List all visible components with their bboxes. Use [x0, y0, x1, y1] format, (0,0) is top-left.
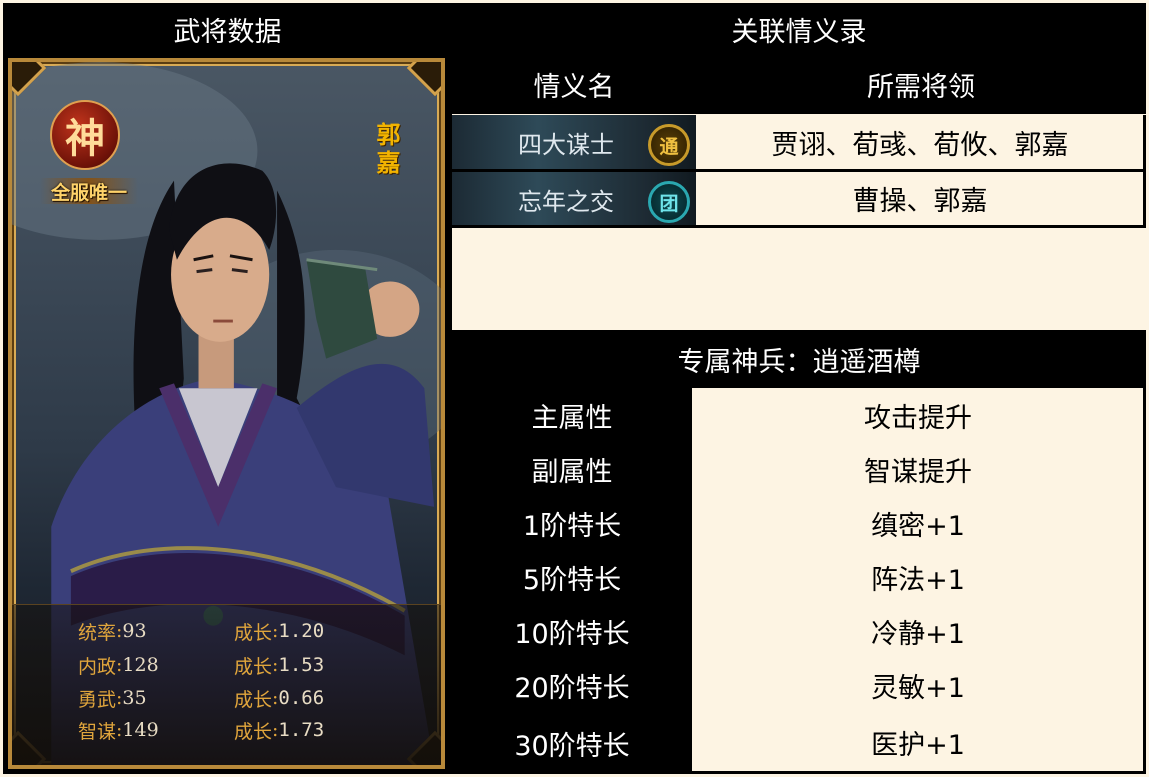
relation-name-cell[interactable]: 忘年之交 团	[452, 172, 696, 227]
hero-eye	[231, 268, 248, 274]
weapon-attr-value: 冷静+1	[692, 605, 1144, 657]
stat-value: 128	[122, 654, 159, 676]
weapon-attr-value: 医护+1	[692, 713, 1144, 771]
row-divider	[452, 225, 1146, 228]
divine-rank-badge: 神	[50, 100, 120, 170]
weapon-attr-label: 10阶特长	[452, 604, 692, 658]
relation-name: 忘年之交	[518, 188, 614, 216]
server-unique-label: 全服唯一	[40, 178, 138, 204]
seal-text: 团	[659, 192, 679, 215]
growth-row-command: 成长:1.20	[234, 616, 324, 646]
stat-row-valor: 勇武:35	[78, 683, 147, 713]
growth-label: 成长	[234, 655, 273, 678]
relation-name-column-label: 情义名	[533, 72, 615, 103]
teal-seal-icon: 团	[648, 181, 690, 223]
growth-label: 成长	[234, 621, 273, 644]
growth-value: 1.20	[278, 620, 325, 642]
relation-name: 四大谋士	[518, 131, 614, 159]
relations-header: 关联情义录	[452, 3, 1146, 55]
hero-stats-panel: 统率:93 成长:1.20 内政:128 成长:1.53 勇武:35 成长:0.…	[12, 604, 441, 765]
growth-value: 0.66	[278, 687, 325, 709]
relation-required-heroes: 曹操、郭嘉	[696, 172, 1144, 225]
hero-eye	[196, 268, 213, 274]
growth-row-politics: 成长:1.53	[234, 650, 324, 680]
stat-row-command: 统率:93	[78, 616, 147, 646]
growth-row-valor: 成长:0.66	[234, 683, 324, 713]
table-border	[452, 771, 1146, 774]
stat-value: 93	[122, 620, 147, 642]
weapon-attr-value: 缜密+1	[692, 497, 1144, 549]
gold-seal-icon: 通	[648, 124, 690, 166]
exclusive-weapon-title: 专属神兵：逍遥酒樽	[677, 346, 921, 378]
stat-label: 智谋	[78, 720, 117, 743]
growth-row-intellect: 成长:1.73	[234, 715, 324, 745]
weapon-attr-label: 30阶特长	[452, 712, 692, 774]
weapon-attr-value: 灵敏+1	[692, 659, 1144, 711]
table-border	[1143, 388, 1146, 774]
weapon-attr-label: 1阶特长	[452, 496, 692, 550]
weapon-attr-label: 副属性	[452, 442, 692, 496]
stat-value: 149	[122, 719, 159, 741]
table-border	[1143, 115, 1146, 228]
hero-name: 郭嘉	[372, 122, 401, 178]
weapon-attr-label: 5阶特长	[452, 550, 692, 604]
hero-data-header: 武将数据	[3, 3, 452, 55]
relation-name-cell[interactable]: 四大谋士 通	[452, 115, 696, 170]
seal-text: 通	[659, 135, 679, 158]
relations-title: 关联情义录	[731, 16, 867, 48]
stat-row-intellect: 智谋:149	[78, 715, 159, 745]
weapon-attr-value: 阵法+1	[692, 551, 1144, 603]
hero-card: 神 全服唯一 郭嘉 统率:93 成长:1.20 内政:128 成长:1.53 勇…	[3, 55, 452, 774]
growth-label: 成长	[234, 688, 273, 711]
stat-label: 内政	[78, 655, 117, 678]
weapon-attr-value: 攻击提升	[692, 389, 1144, 441]
weapon-attr-value: 智谋提升	[692, 443, 1144, 495]
stat-row-politics: 内政:128	[78, 650, 159, 680]
growth-value: 1.73	[278, 719, 325, 741]
growth-label: 成长	[234, 720, 273, 743]
relation-required-heroes: 贾诩、荀彧、荀攸、郭嘉	[696, 116, 1144, 169]
divine-rank-text: 神	[65, 115, 105, 162]
stat-value: 35	[122, 687, 147, 709]
stat-label: 勇武	[78, 688, 117, 711]
weapon-attr-label: 主属性	[452, 388, 692, 442]
relations-column-header: 情义名 所需将领	[452, 55, 1146, 114]
hero-data-title: 武将数据	[173, 16, 282, 48]
exclusive-weapon-header: 专属神兵：逍遥酒樽	[452, 330, 1146, 388]
stat-label: 统率	[78, 621, 117, 644]
hero-card-frame: 神 全服唯一 郭嘉 统率:93 成长:1.20 内政:128 成长:1.53 勇…	[8, 58, 445, 769]
weapon-attr-label: 20阶特长	[452, 658, 692, 712]
growth-value: 1.53	[278, 654, 325, 676]
required-heroes-column-label: 所需将领	[867, 72, 975, 103]
